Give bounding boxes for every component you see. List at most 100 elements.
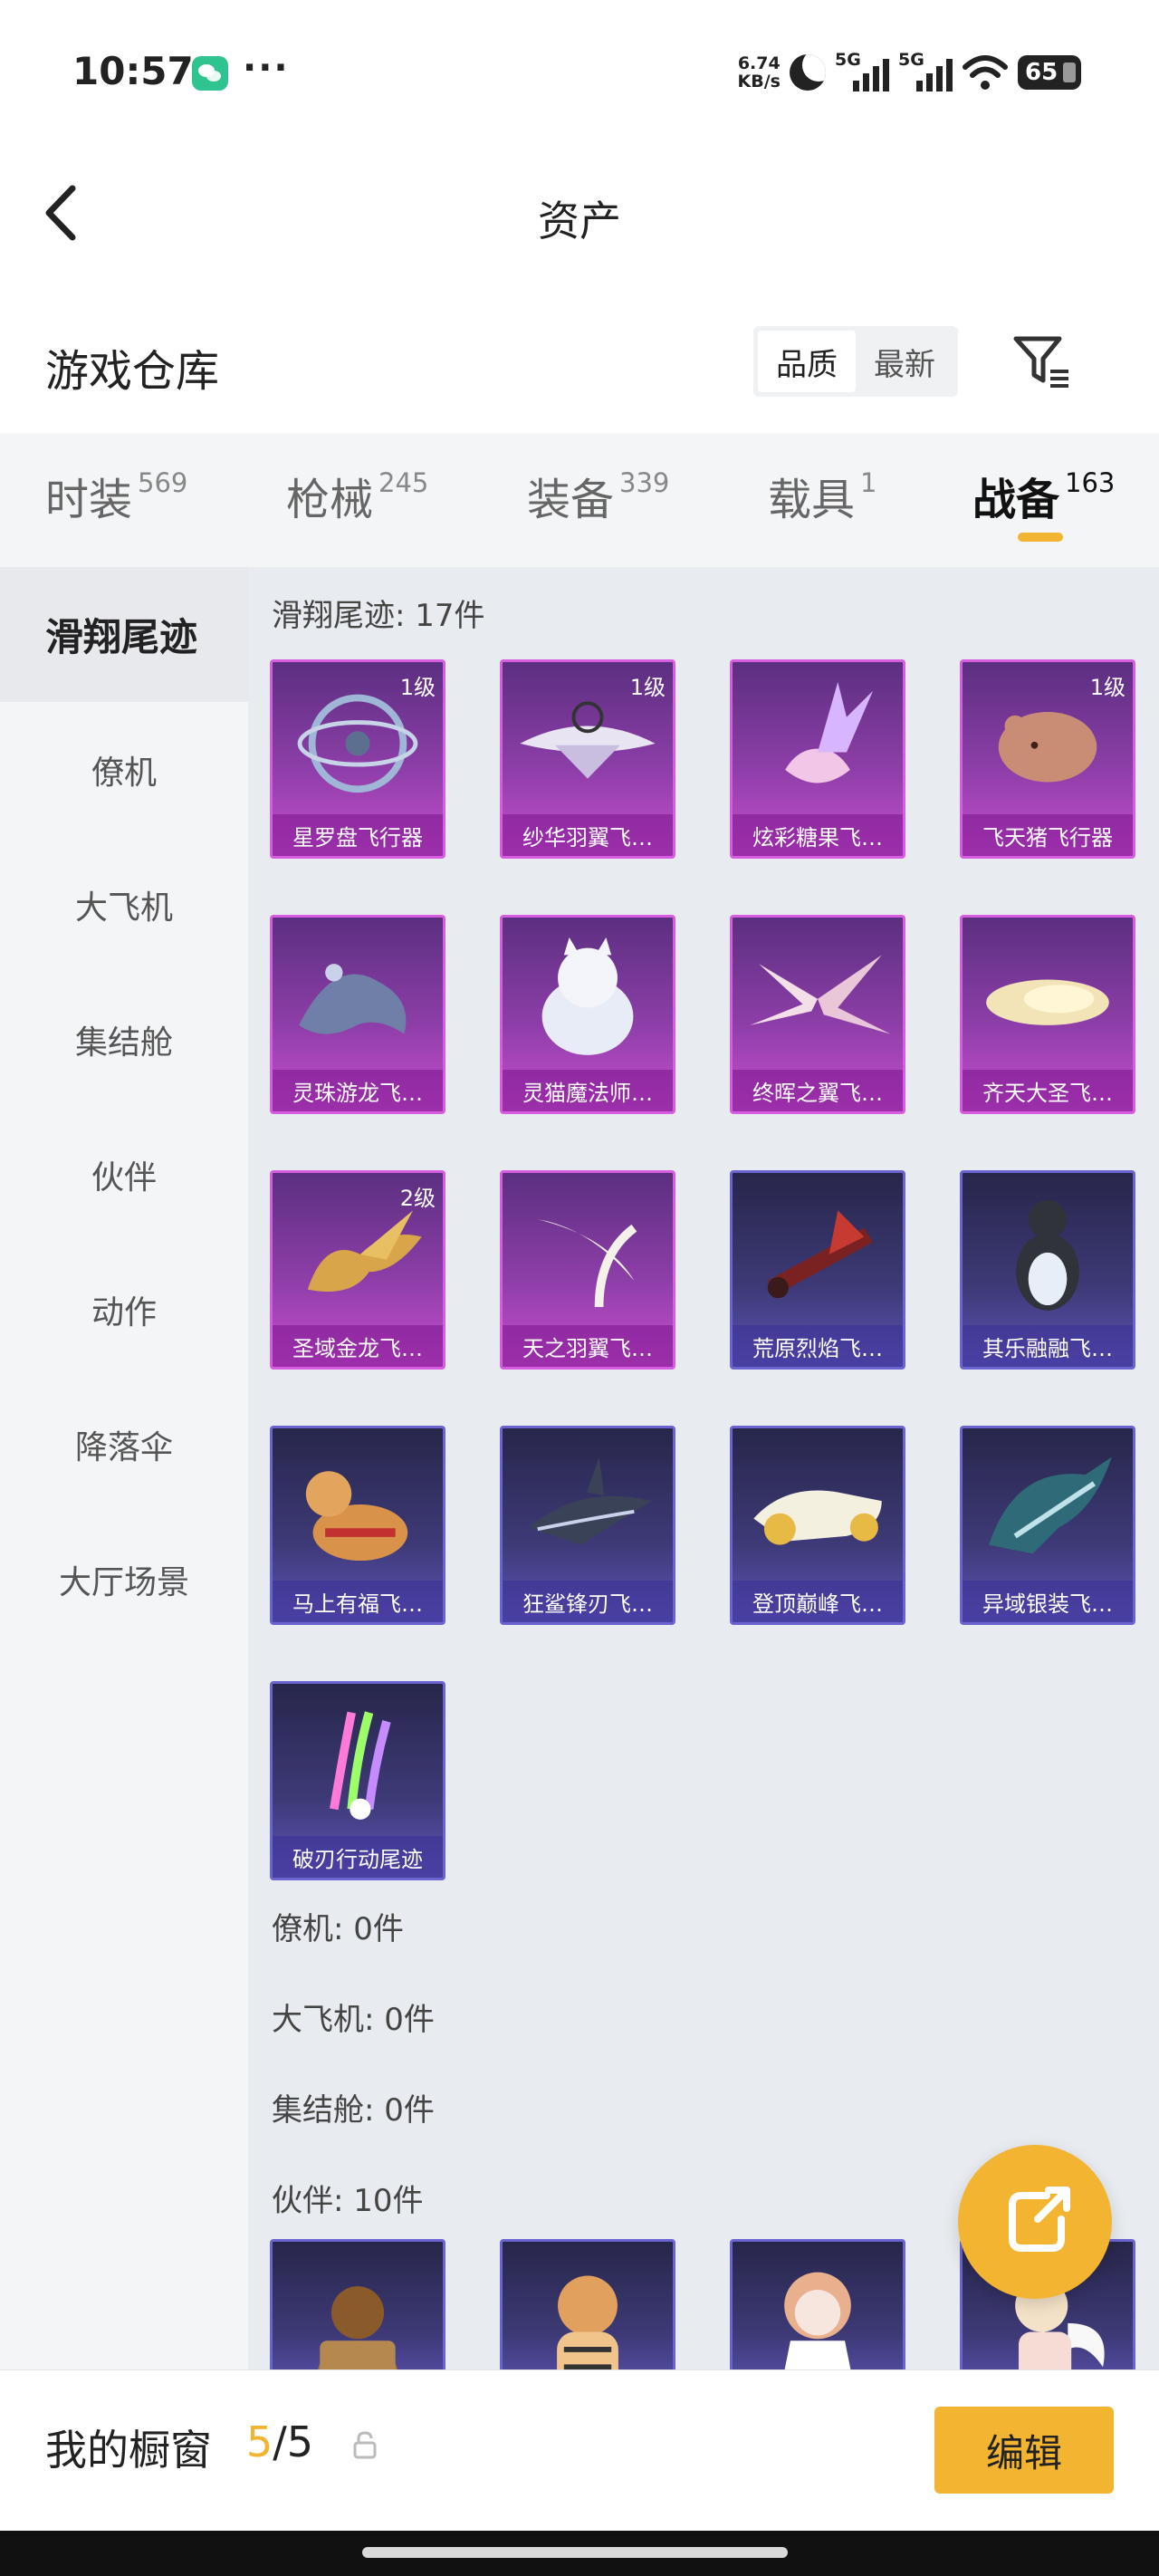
status-time: 10:57 (72, 49, 194, 93)
glide-item-image (305, 1471, 408, 1562)
glide-item-card[interactable]: 灵珠游龙飞… (270, 915, 445, 1114)
wifi-icon (963, 55, 1008, 90)
tab-label: 枪械 (286, 475, 374, 525)
tab-battle-prep[interactable]: 战备 163 (972, 464, 1115, 527)
sort-quality-button[interactable]: 品质 (758, 331, 856, 392)
tab-equipment[interactable]: 装备 339 (527, 464, 669, 527)
glide-item-card[interactable]: 1级 纱华羽翼飞… (500, 659, 675, 859)
sidebar-item-wingman[interactable]: 僚机 (0, 702, 248, 837)
tab-label: 载具 (768, 475, 856, 525)
glide-item-card[interactable]: 狂鲨锋刃飞… (500, 1426, 675, 1625)
battery-level: 65 (1025, 59, 1058, 86)
sort-toggle: 品质 最新 (753, 326, 958, 397)
sidebar-item-pod[interactable]: 集结舱 (0, 972, 248, 1107)
glide-item-name: 齐天大圣飞… (963, 1070, 1133, 1111)
glide-item-card[interactable]: 灵猫魔法师… (500, 915, 675, 1114)
glide-item-image (989, 1456, 1112, 1554)
glide-item-image (541, 937, 634, 1055)
item-level-badge: 2级 (399, 1186, 436, 1211)
glide-item-name: 荒原烈焰飞… (733, 1325, 903, 1367)
section-title-pod: 集结舱: 0件 (272, 2092, 435, 2129)
showcase-count: 5/5 (246, 2417, 313, 2466)
glide-item-name: 天之羽翼飞… (503, 1325, 673, 1367)
glide-item-card[interactable]: 2级圣域金龙飞… (270, 1170, 445, 1370)
section-title-glide: 滑翔尾迹: 17件 (272, 598, 485, 634)
sidebar-item-lobby-scene[interactable]: 大厅场景 (0, 1512, 248, 1647)
item-level-badge: 1级 (399, 675, 436, 700)
glide-item-name: 登顶巅峰飞… (733, 1581, 903, 1622)
tab-fashion[interactable]: 时装 569 (45, 464, 187, 527)
glide-item-card[interactable]: 其乐融融飞… (960, 1170, 1135, 1370)
partner-card[interactable] (500, 2239, 675, 2369)
net-speed-value: 6.74 (737, 53, 781, 73)
signal-icon: 5G (835, 50, 889, 95)
status-bar: 10:57 ··· 6.74 KB/s 5G 5G 65 (0, 0, 1159, 145)
glide-item-name: 破刃行动尾迹 (273, 1836, 443, 1878)
sidebar-item-glide-trail[interactable]: 滑翔尾迹 (0, 567, 248, 702)
sidebar-item-plane[interactable]: 大飞机 (0, 837, 248, 972)
page-title: 资产 (538, 197, 621, 245)
sort-newest-button[interactable]: 最新 (856, 331, 953, 392)
glide-item-card[interactable]: 登顶巅峰飞… (730, 1426, 905, 1625)
glide-item-name: 狂鲨锋刃飞… (503, 1581, 673, 1622)
battery-icon: 65 (1018, 55, 1081, 90)
glide-item-name: 纱华羽翼飞… (503, 814, 673, 856)
glide-item-card[interactable]: 炫彩糖果飞… (730, 659, 905, 859)
wechat-icon (192, 56, 228, 91)
category-tabs: 时装 569 枪械 245 装备 339 载具 1 战备 163 (0, 433, 1159, 567)
glide-item-card[interactable]: 异域银装飞… (960, 1426, 1135, 1625)
glide-item-image (986, 979, 1109, 1025)
glide-item-image (1016, 1199, 1079, 1311)
tab-vehicles[interactable]: 载具 1 (768, 464, 876, 527)
sidebar-item-parachute[interactable]: 降落伞 (0, 1377, 248, 1512)
partner-image (557, 2275, 618, 2369)
tab-label: 时装 (45, 475, 133, 525)
filter-icon[interactable] (1011, 330, 1074, 393)
tab-guns[interactable]: 枪械 245 (286, 464, 428, 527)
glide-item-image (750, 955, 891, 1034)
showcase-bar: 我的橱窗 5/5 编辑 (0, 2369, 1159, 2531)
glide-item-image (529, 1456, 652, 1545)
more-notifications-icon: ··· (243, 47, 290, 89)
showcase-title: 我的橱窗 (45, 2426, 212, 2475)
status-indicators: 6.74 KB/s 5G 5G 65 (738, 47, 1081, 98)
glide-item-card[interactable]: 1级 星罗盘飞行器 (270, 659, 445, 859)
tab-count: 339 (619, 467, 670, 498)
glide-item-card[interactable]: 齐天大圣飞… (960, 915, 1135, 1114)
glide-item-card[interactable]: 荒原烈焰飞… (730, 1170, 905, 1370)
glide-item-card[interactable]: 终晖之翼飞… (730, 915, 905, 1114)
section-title-wingman: 僚机: 0件 (272, 1911, 404, 1947)
share-button[interactable] (958, 2145, 1112, 2299)
partner-card[interactable] (270, 2239, 445, 2369)
warehouse-header: 游戏仓库 品质 最新 (0, 308, 1159, 417)
signal-icon-2: 5G (898, 50, 953, 95)
sidebar-item-emote[interactable]: 动作 (0, 1242, 248, 1377)
showcase-separator: / (273, 2417, 287, 2466)
glide-item-name: 灵猫魔法师… (503, 1070, 673, 1111)
glide-item-name: 圣域金龙飞… (273, 1325, 443, 1367)
partner-image (318, 2286, 398, 2369)
glide-item-card[interactable]: 破刃行动尾迹 (270, 1681, 445, 1880)
glide-item-card[interactable]: 马上有福飞… (270, 1426, 445, 1625)
system-nav-bar (0, 2531, 1159, 2576)
glide-item-name: 炫彩糖果飞… (733, 814, 903, 856)
showcase-current: 5 (246, 2417, 273, 2466)
home-indicator[interactable] (362, 2547, 788, 2558)
glide-item-image (299, 964, 407, 1034)
glide-item-card[interactable]: 天之羽翼飞… (500, 1170, 675, 1370)
edit-button[interactable]: 编辑 (934, 2407, 1114, 2494)
glide-item-name: 终晖之翼飞… (733, 1070, 903, 1111)
glide-item-name: 灵珠游龙飞… (273, 1070, 443, 1111)
tab-count: 569 (138, 467, 188, 498)
section-title-plane: 大飞机: 0件 (272, 2002, 435, 2038)
glide-item-card[interactable]: 1级 飞天猪飞行器 (960, 659, 1135, 859)
partner-card[interactable] (730, 2239, 905, 2369)
item-level-badge: 1级 (1089, 675, 1125, 700)
tab-count: 163 (1065, 467, 1116, 498)
glide-item-name: 其乐融融飞… (963, 1325, 1133, 1367)
sidebar-item-partner[interactable]: 伙伴 (0, 1107, 248, 1242)
do-not-disturb-icon (790, 54, 826, 91)
partner-image (784, 2272, 851, 2369)
warehouse-title: 游戏仓库 (45, 346, 220, 397)
tab-label: 战备 (972, 475, 1060, 525)
